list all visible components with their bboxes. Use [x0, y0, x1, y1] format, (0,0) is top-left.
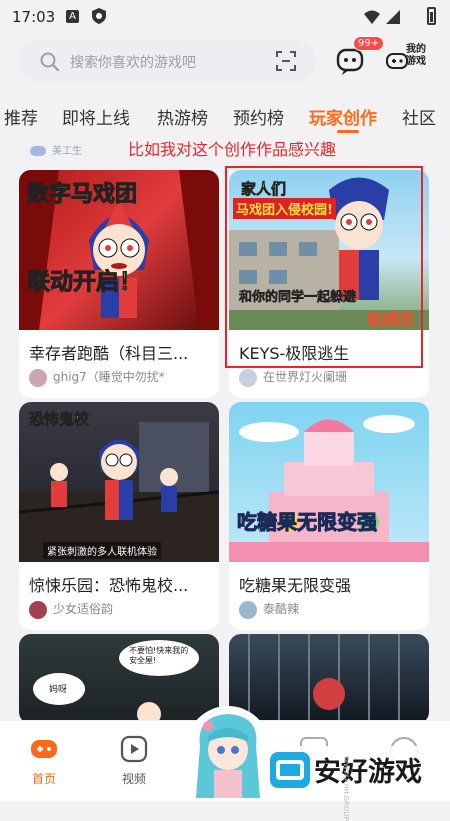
- cover-text-2: 不要怕!快来我的安全屋!: [129, 646, 189, 665]
- game-card[interactable]: 吃糖果无限变强 吃糖果无限变强 泰酷辣: [229, 402, 429, 630]
- cover-text-1: 恐怖鬼校: [29, 410, 90, 429]
- game-console-icon: [276, 760, 304, 780]
- game-author: 在世界灯火阑珊: [239, 368, 347, 387]
- peek-author: 美工生: [30, 142, 82, 157]
- nav-home[interactable]: 首页: [14, 735, 74, 787]
- watermark: 安好游戏: [268, 746, 448, 796]
- cover-text-1: 数字马戏团: [26, 182, 138, 208]
- game-cover-image: 吃糖果无限变强: [229, 402, 429, 562]
- scan-icon[interactable]: [276, 51, 296, 71]
- tab-community[interactable]: 社区: [402, 104, 436, 129]
- author-avatar: [29, 600, 47, 619]
- category-tabs: 推荐 即将上线 热游榜 预约榜 玩家创作 社区: [0, 104, 450, 134]
- tab-coming-soon[interactable]: 即将上线: [62, 104, 130, 129]
- game-card[interactable]: 恐怖鬼校 紧张刺激的多人联机体验 惊悚乐园：恐怖鬼校... 少女适俗韵: [19, 402, 219, 630]
- game-title: 吃糖果无限变强: [239, 576, 352, 595]
- search-input[interactable]: 搜索你喜欢的游戏吧: [70, 52, 196, 72]
- tab-player-creations[interactable]: 玩家创作: [309, 104, 377, 133]
- game-cover-image: [229, 634, 429, 724]
- active-tab-indicator: [337, 130, 359, 133]
- author-avatar: [29, 368, 47, 387]
- shield-notification-icon: [92, 8, 106, 24]
- tab-recommend[interactable]: 推荐: [4, 104, 38, 129]
- search-bar[interactable]: 搜索你喜欢的游戏吧: [18, 40, 316, 82]
- game-card[interactable]: [229, 634, 429, 724]
- status-bar: 17:03 A: [0, 0, 450, 34]
- game-title: 惊悚乐园：恐怖鬼校...: [29, 576, 189, 595]
- tab-reservation-rank[interactable]: 预约榜: [233, 104, 284, 129]
- author-name: 泰酷辣: [263, 602, 300, 616]
- status-time: 17:03: [12, 8, 56, 26]
- author-avatar: [239, 368, 257, 387]
- nav-video[interactable]: 视频: [104, 735, 164, 787]
- author-name: 少女适俗韵: [53, 602, 114, 616]
- game-author: ghig7（睡觉中勿扰*: [29, 368, 165, 387]
- mascot-avatar[interactable]: [186, 706, 270, 798]
- watermark-logo: [270, 752, 310, 788]
- watermark-text: 安好游戏: [314, 757, 422, 788]
- nav-video-label: 视频: [121, 772, 146, 786]
- video-play-icon: [120, 735, 148, 763]
- tab-hot-games[interactable]: 热游榜: [157, 104, 208, 129]
- game-author: 少女适俗韵: [29, 600, 113, 619]
- game-title: 幸存者跑酷（科目三...: [29, 344, 189, 363]
- game-cover-image: 数字马戏团 联动开启！: [19, 170, 219, 330]
- message-count-badge: 99+: [353, 36, 385, 51]
- cover-text-1: 妈呀: [49, 685, 68, 695]
- game-cover-image: 恐怖鬼校 紧张刺激的多人联机体验: [19, 402, 219, 562]
- my-games-label: 我的游戏: [406, 44, 426, 67]
- author-avatar: [239, 600, 257, 619]
- cover-text-2: 联动开启！: [27, 269, 143, 296]
- dark-room-art: [33, 640, 199, 724]
- signal-wifi-icon: [364, 10, 400, 24]
- my-games-button[interactable]: 我的游戏: [386, 42, 434, 80]
- cage-art: [248, 634, 400, 724]
- game-card[interactable]: 妈呀 不要怕!快来我的安全屋!: [19, 634, 219, 724]
- gamepad-home-icon: [31, 740, 57, 758]
- peek-author-avatar: [30, 146, 46, 156]
- annotation-caption: 比如我对这个创作作品感兴趣: [128, 140, 337, 159]
- gamepad-icon: [386, 53, 408, 69]
- cover-text-2: 紧张刺激的多人联机体验: [43, 542, 161, 559]
- tab-player-creations-label: 玩家创作: [309, 109, 377, 129]
- peek-author-name: 美工生: [52, 146, 82, 157]
- battery-icon: [427, 7, 436, 25]
- a-notification-icon: A: [66, 10, 79, 23]
- search-icon: [40, 52, 60, 72]
- game-card[interactable]: 数字马戏团 联动开启！ 幸存者跑酷（科目三... ghig7（睡觉中勿扰*: [19, 170, 219, 398]
- cover-text-1: 吃糖果无限变强: [237, 510, 378, 535]
- author-name: ghig7（睡觉中勿扰*: [53, 370, 165, 384]
- annotation-highlight-box: [225, 166, 423, 368]
- game-author: 泰酷辣: [239, 600, 299, 619]
- anime-girl-art: [196, 714, 260, 798]
- candy-castle-art: [229, 415, 429, 562]
- game-cover-image: 妈呀 不要怕!快来我的安全屋!: [19, 634, 219, 724]
- nav-home-label: 首页: [31, 772, 56, 786]
- author-name: 在世界灯火阑珊: [263, 370, 348, 384]
- watermark-url: WWW.AHH.GROUP: [342, 756, 350, 821]
